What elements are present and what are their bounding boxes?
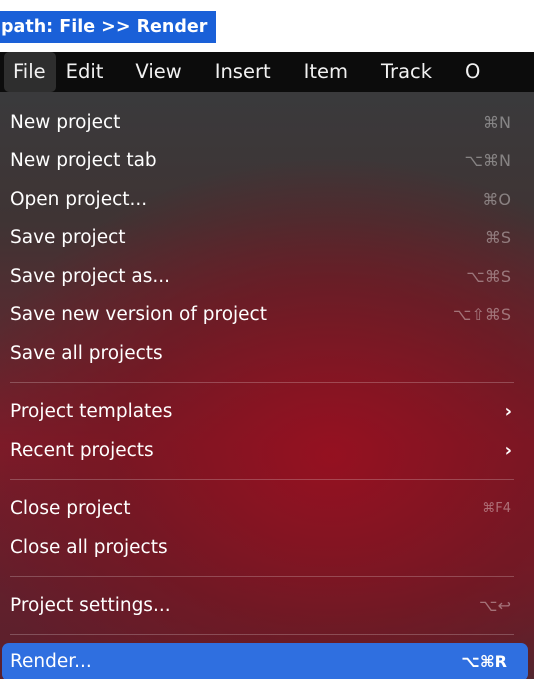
- menubar-edit[interactable]: Edit: [62, 52, 108, 92]
- shortcut-label: ⌥⌘N: [464, 151, 511, 170]
- menu-item-close-all-projects[interactable]: Close all projects: [0, 529, 534, 567]
- menu-item-project-templates[interactable]: Project templates ›: [0, 393, 534, 431]
- shortcut-label: ⌥⇧⌘S: [453, 305, 511, 324]
- menu-item-save-project-as[interactable]: Save project as... ⌥⌘S: [0, 258, 534, 296]
- chevron-right-icon: ›: [504, 401, 512, 422]
- menu-item-project-settings[interactable]: Project settings... ⌥↩: [0, 587, 534, 625]
- menu-item-label: Save project: [10, 227, 126, 248]
- menubar-item[interactable]: Item: [300, 52, 352, 92]
- menu-separator: [10, 634, 514, 635]
- menu-item-recent-projects[interactable]: Recent projects ›: [0, 432, 534, 470]
- menu-separator: [10, 382, 514, 383]
- file-menu-dropdown: New project ⌘N New project tab ⌥⌘N Open …: [0, 92, 534, 679]
- menubar-options-truncated[interactable]: O: [461, 52, 480, 92]
- menu-separator: [10, 479, 514, 480]
- menu-item-label: New project: [10, 112, 121, 133]
- menubar-view[interactable]: View: [131, 52, 185, 92]
- chevron-right-icon: ›: [504, 440, 512, 461]
- menu-item-label: New project tab: [10, 150, 157, 171]
- menu-item-new-project-tab[interactable]: New project tab ⌥⌘N: [0, 142, 534, 180]
- shortcut-label: ⌥↩: [479, 596, 511, 615]
- menu-item-label: Close all projects: [10, 537, 168, 558]
- shortcut-label: ⌥⌘S: [466, 267, 511, 286]
- menu-item-render[interactable]: Render... ⌥⌘R: [2, 643, 528, 679]
- menu-item-label: Save project as...: [10, 266, 170, 287]
- menu-item-label: Save all projects: [10, 343, 163, 364]
- menu-item-open-project[interactable]: Open project... ⌘O: [0, 181, 534, 219]
- shortcut-label: ⌘F4: [482, 501, 511, 516]
- path-label: path: File >> Render: [0, 11, 217, 43]
- menu-item-label: Project settings...: [10, 595, 171, 616]
- menubar-track[interactable]: Track: [377, 52, 436, 92]
- menubar-file[interactable]: File: [4, 52, 56, 92]
- menu-item-label: Save new version of project: [10, 304, 267, 325]
- menu-item-save-all-projects[interactable]: Save all projects: [0, 335, 534, 373]
- menu-item-label: Close project: [10, 498, 131, 519]
- menubar-insert[interactable]: Insert: [211, 52, 275, 92]
- menu-bar: File Edit View Insert Item Track O: [0, 52, 534, 92]
- shortcut-label: ⌘O: [482, 190, 511, 209]
- menu-item-label: Recent projects: [10, 440, 154, 461]
- menu-item-label: Open project...: [10, 189, 148, 210]
- menu-item-save-new-version[interactable]: Save new version of project ⌥⇧⌘S: [0, 296, 534, 334]
- menu-item-new-project[interactable]: New project ⌘N: [0, 104, 534, 142]
- menu-separator: [10, 576, 514, 577]
- menu-item-save-project[interactable]: Save project ⌘S: [0, 219, 534, 257]
- menu-item-close-project[interactable]: Close project ⌘F4: [0, 490, 534, 528]
- shortcut-label: ⌘N: [483, 113, 511, 132]
- menu-item-label: Project templates: [10, 401, 173, 422]
- shortcut-label: ⌥⌘R: [461, 652, 507, 671]
- menu-item-label: Render...: [10, 651, 92, 672]
- shortcut-label: ⌘S: [484, 228, 511, 247]
